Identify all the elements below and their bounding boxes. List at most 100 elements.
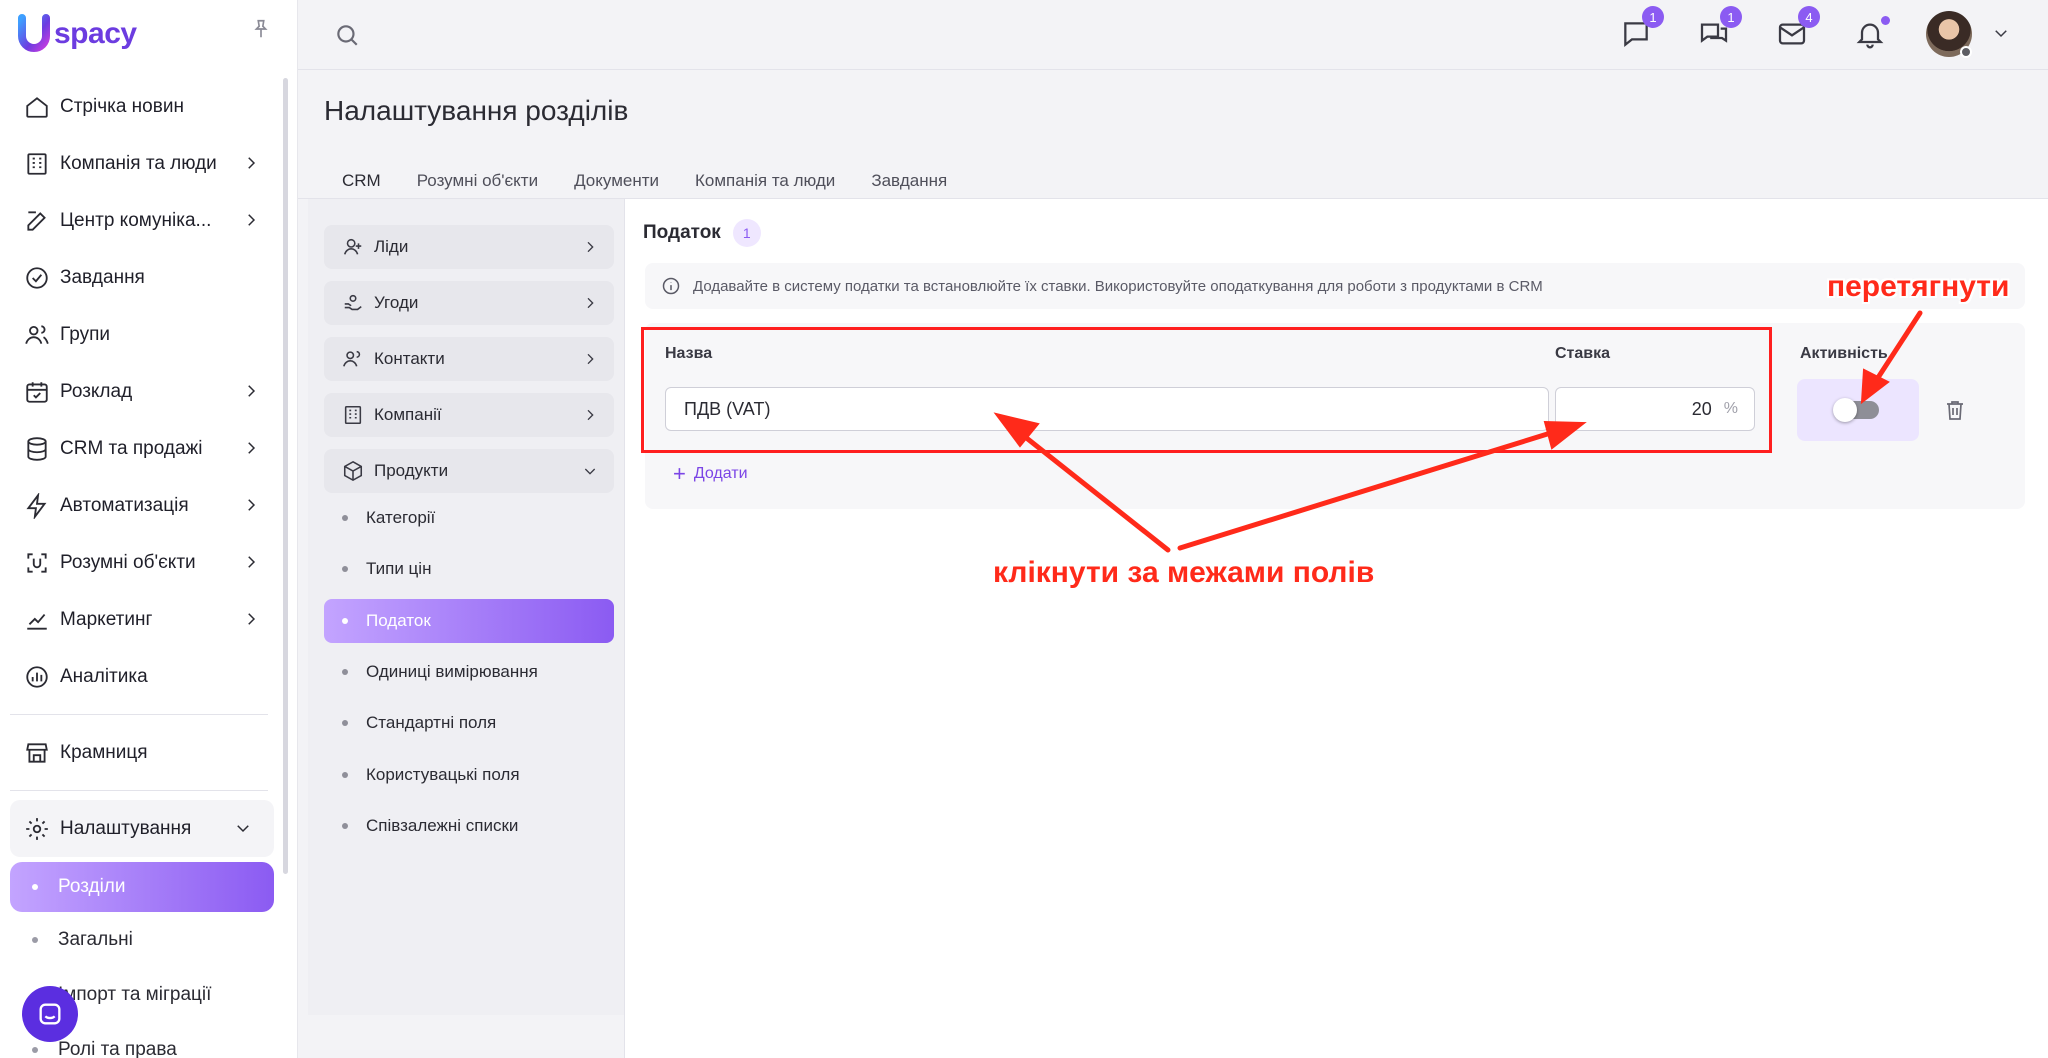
mail-button[interactable]: 4 (1776, 6, 1820, 50)
sidebar-item-analytics[interactable]: Аналітика (0, 648, 282, 705)
menu-sub-label: Співзалежні списки (366, 816, 519, 835)
chat-icon (39, 1003, 61, 1025)
logo[interactable]: spacy (16, 12, 137, 56)
menu-sub-label: Типи цін (366, 559, 432, 578)
section-title: Податок 1 (643, 219, 761, 247)
trash-icon[interactable] (1943, 397, 1967, 423)
tab-company-people[interactable]: Компанія та люди (677, 163, 853, 199)
sidebar-item-news[interactable]: Стрічка новин (0, 78, 282, 135)
sidebar-sub-item-sections[interactable]: Розділи (10, 862, 274, 912)
tab-documents[interactable]: Документи (556, 163, 677, 199)
bullet-dot (32, 936, 38, 943)
database-icon (27, 436, 47, 461)
menu-sub-price-types[interactable]: Типи цін (324, 547, 614, 591)
menu-sub-tax[interactable]: Податок (324, 599, 614, 643)
tab-tasks[interactable]: Завдання (853, 163, 965, 199)
sidebar-item-label: Центр комуніка... (60, 209, 212, 231)
menu-item-deals[interactable]: Угоди (324, 281, 614, 325)
lightning-icon (26, 492, 47, 519)
menu-item-leads[interactable]: Ліди (324, 225, 614, 269)
menu-sub-units[interactable]: Одиниці вимірювання (324, 650, 614, 694)
logo-text: spacy (54, 17, 137, 50)
menu-sub-categories[interactable]: Категорії (324, 496, 614, 540)
sidebar-item-label: Маркетинг (60, 608, 153, 630)
page-title: Налаштування розділів (324, 95, 629, 126)
sidebar-item-tasks[interactable]: Завдання (0, 249, 282, 306)
store-icon (26, 742, 48, 763)
sidebar-item-schedule[interactable]: Розклад (0, 363, 282, 420)
menu-item-companies[interactable]: Компанії (324, 393, 614, 437)
annotation-highlight-box (641, 327, 1772, 453)
notification-badge: 1 (1720, 6, 1742, 28)
toggle-knob[interactable] (1833, 398, 1857, 422)
chevron-right-icon (587, 353, 594, 365)
logo-mark-icon (18, 14, 50, 52)
crm-settings-menu: Ліди Угоди Контакти Компанії Продукти Ка… (308, 199, 624, 1015)
users-icon (25, 324, 49, 344)
sidebar-item-smart-objects[interactable]: Розумні об'єкти (0, 534, 282, 591)
active-toggle-cell (1797, 379, 1919, 441)
contacts-icon (343, 350, 361, 367)
pin-icon[interactable] (250, 18, 272, 40)
chevron-right-icon (587, 297, 594, 309)
chevron-right-icon (587, 241, 594, 253)
menu-sub-custom-fields[interactable]: Користувацькі поля (324, 753, 614, 797)
section-title-text: Податок (643, 222, 721, 243)
bullet-dot (342, 823, 348, 829)
add-label: Додати (693, 465, 748, 482)
menu-item-label: Продукти (374, 461, 449, 480)
chevron-right-icon (248, 613, 256, 625)
sidebar-item-label: Аналітика (60, 665, 148, 687)
support-chat-button[interactable] (22, 986, 78, 1042)
sidebar-scrollbar[interactable] (283, 78, 288, 874)
building-icon (27, 152, 47, 175)
bullet-dot (342, 720, 348, 726)
comments-button[interactable]: 1 (1698, 6, 1742, 50)
search-icon[interactable] (334, 22, 360, 48)
menu-item-label: Компанії (374, 405, 442, 424)
sidebar-item-automation[interactable]: Автоматизація (0, 477, 282, 534)
menu-sub-dependent-lists[interactable]: Співзалежні списки (324, 804, 614, 848)
menu-item-products[interactable]: Продукти (324, 449, 614, 493)
sidebar-item-company[interactable]: Компанія та люди (0, 135, 282, 192)
menu-item-label: Угоди (374, 293, 419, 312)
menu-item-label: Ліди (374, 237, 409, 256)
info-text: Додавайте в систему податки та встановлю… (693, 277, 1543, 295)
calendar-icon (26, 381, 48, 403)
bullet-dot (342, 669, 348, 675)
sidebar-sub-item-general[interactable]: Загальні (0, 912, 282, 967)
chevron-right-icon (248, 556, 256, 568)
menu-sub-standard-fields[interactable]: Стандартні поля (324, 701, 614, 745)
sidebar-item-settings[interactable]: Налаштування (10, 800, 274, 857)
chevron-down-icon[interactable] (1992, 24, 2010, 42)
tab-crm[interactable]: CRM (324, 163, 399, 205)
sidebar-item-store[interactable]: Крамниця (0, 724, 282, 781)
sidebar-item-label: Компанія та люди (60, 152, 217, 174)
tab-smart-objects[interactable]: Розумні об'єкти (399, 163, 556, 199)
sidebar-item-communications[interactable]: Центр комуніка... (0, 192, 282, 249)
sidebar-divider (10, 790, 268, 791)
sidebar-sub-label: Ролі та права (58, 1038, 177, 1058)
chat-button[interactable]: 1 (1620, 6, 1664, 50)
sidebar-item-marketing[interactable]: Маркетинг (0, 591, 282, 648)
active-toggle[interactable] (1833, 398, 1879, 422)
sidebar-sub-label: Імпорт та міграції (58, 983, 212, 1005)
box-icon (343, 460, 363, 482)
chevron-right-icon (248, 157, 256, 169)
sidebar-item-label: Автоматизація (60, 494, 189, 516)
sidebar-item-label: Завдання (60, 266, 145, 288)
count-badge: 1 (732, 219, 761, 247)
check-circle-icon (26, 266, 48, 289)
status-indicator (1960, 46, 1972, 58)
sidebar-item-crm[interactable]: CRM та продажі (0, 420, 282, 477)
plus-icon: + (673, 461, 686, 486)
notifications-button[interactable] (1854, 16, 1890, 50)
sidebar-item-label: Стрічка новин (60, 95, 184, 117)
menu-item-contacts[interactable]: Контакти (324, 337, 614, 381)
sidebar-item-label: Розумні об'єкти (60, 551, 196, 573)
bullet-dot (32, 884, 38, 890)
add-tax-button[interactable]: + Додати (673, 463, 748, 485)
edit-icon (27, 210, 46, 231)
deal-icon (344, 294, 362, 311)
sidebar-item-groups[interactable]: Групи (0, 306, 282, 363)
